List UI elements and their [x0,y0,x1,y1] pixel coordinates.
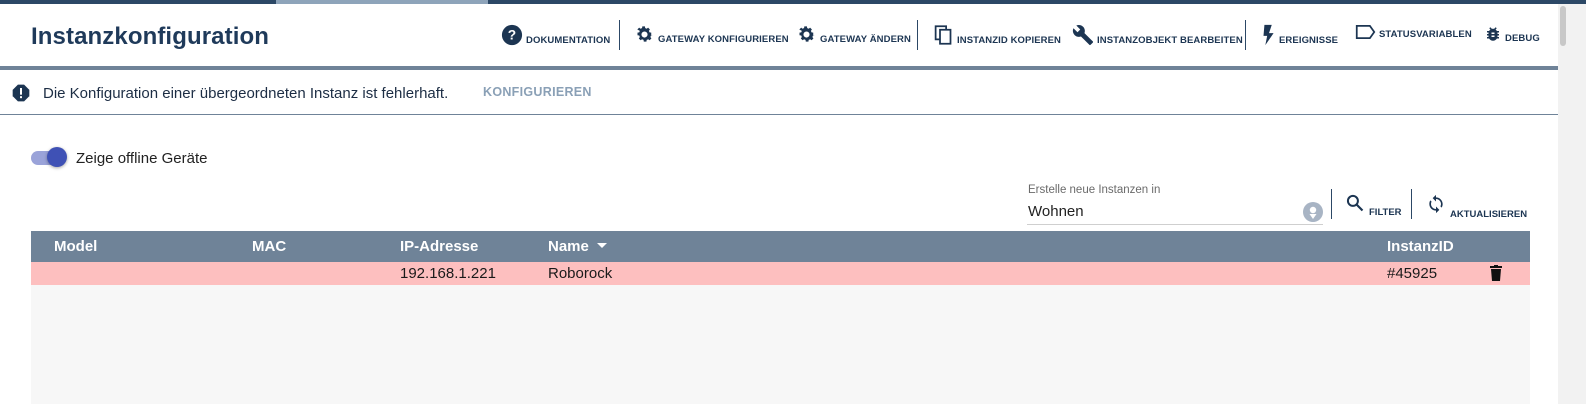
lightning-icon [1262,24,1276,46]
debug-button[interactable]: Debug [1484,24,1540,44]
documentation-label: Dokumentation [526,35,611,46]
column-model[interactable]: Model [54,238,97,255]
alert-octagon-icon [11,83,31,108]
table-header: Model MAC IP-Adresse Name InstanzID [31,231,1530,262]
copy-instance-id-label: InstanzID kopieren [957,35,1062,46]
device-table: Model MAC IP-Adresse Name InstanzID 192.… [31,231,1530,404]
create-in-value[interactable]: Wohnen [1028,203,1084,220]
tag-icon [1355,24,1376,40]
cell-instance-id: #45925 [1387,265,1438,282]
scrollbar-thumb[interactable] [1560,6,1566,46]
column-mac[interactable]: MAC [252,238,286,255]
status-variables-button[interactable]: Statusvariablen [1355,24,1472,40]
sort-descending-icon [596,242,607,248]
toolbar-divider [1245,20,1246,50]
help-circle-icon: ? [501,24,523,46]
delete-icon[interactable] [1490,265,1502,285]
cell-name: Roborock [548,265,613,282]
column-name[interactable]: Name [548,238,607,255]
gear-icon [634,24,655,45]
show-offline-toggle[interactable] [31,146,67,170]
error-alert: Die Konfiguration einer übergeordneten I… [0,70,1558,114]
alert-message: Die Konfiguration einer übergeordneten I… [43,85,449,102]
page-header: Instanzkonfiguration ? Dokumentation Gat… [0,4,1558,68]
select-location-button[interactable] [1303,202,1323,222]
bug-icon [1484,24,1502,44]
cell-ip-address: 192.168.1.221 [400,265,496,282]
column-name-label: Name [548,238,589,255]
toolbar-divider [619,20,620,50]
filter-label: Filter [1369,207,1402,218]
svg-text:?: ? [508,28,516,43]
column-instance-id[interactable]: InstanzID [1387,238,1454,255]
refresh-icon [1426,193,1446,220]
column-ip-address[interactable]: IP-Adresse [400,238,478,255]
wrench-icon [1072,24,1094,46]
documentation-button[interactable]: ? Dokumentation [501,24,610,46]
filter-button[interactable]: Filter [1345,193,1402,218]
toolbar: ? Dokumentation Gateway konfigurieren Ga… [0,4,1558,68]
status-variables-label: Statusvariablen [1379,29,1472,40]
events-label: Ereignisse [1279,35,1339,46]
toolbar-divider [917,20,918,50]
edit-instance-object-label: Instanzobjekt bearbeiten [1097,35,1243,46]
copy-instance-id-button[interactable]: InstanzID kopieren [933,24,1061,46]
copy-icon [933,24,954,46]
scrollbar-track[interactable] [1558,4,1586,404]
gear-icon [796,24,817,45]
events-button[interactable]: Ereignisse [1262,24,1338,46]
change-gateway-button[interactable]: Gateway ändern [796,24,911,45]
search-icon [1345,193,1365,218]
create-in-field[interactable]: Erstelle neue Instanzen in Wohnen [1027,182,1323,226]
action-divider [1331,189,1332,219]
configure-gateway-button[interactable]: Gateway konfigurieren [634,24,789,45]
refresh-button[interactable]: Aktualisieren [1426,193,1527,220]
configure-link[interactable]: KONFIGURIEREN [483,85,592,99]
location-pin-icon [1309,206,1317,219]
show-offline-label: Zeige offline Geräte [76,150,208,167]
configure-gateway-label: Gateway konfigurieren [658,34,789,45]
table-row[interactable]: 192.168.1.221 Roborock #45925 [31,262,1530,285]
change-gateway-label: Gateway ändern [820,34,911,45]
refresh-label: Aktualisieren [1450,209,1528,220]
edit-instance-object-button[interactable]: Instanzobjekt bearbeiten [1072,24,1243,46]
alert-divider [0,114,1558,115]
create-in-label: Erstelle neue Instanzen in [1028,184,1161,196]
action-divider [1411,189,1412,219]
debug-label: Debug [1505,33,1540,44]
